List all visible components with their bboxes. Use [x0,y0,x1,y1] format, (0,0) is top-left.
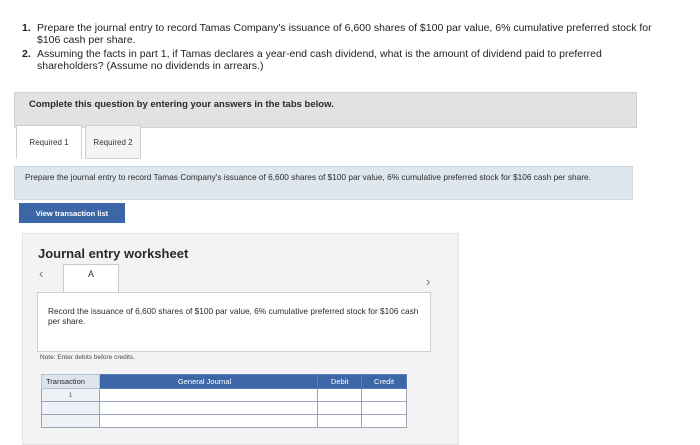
debit-input[interactable] [317,401,363,415]
worksheet-description: Record the issuance of 6,600 shares of $… [37,292,431,352]
general-journal-input[interactable] [98,401,319,415]
question-list: 1. Prepare the journal entry to record T… [22,22,662,74]
question-number: 1. [22,22,31,34]
worksheet-note: Note: Enter debits before credits. [40,354,136,361]
instruction-text: Prepare the journal entry to record Tama… [25,172,591,182]
tab-required-1[interactable]: Required 1 [16,125,82,159]
debit-input[interactable] [317,388,363,402]
tab-label: Required 1 [29,138,69,147]
worksheet-page-tab[interactable]: A [63,264,119,292]
question-text: Prepare the journal entry to record Tama… [37,22,652,46]
description-text: Record the issuance of 6,600 shares of $… [48,306,419,326]
general-journal-input[interactable] [98,388,319,402]
question-number: 2. [22,48,31,60]
chevron-right-icon[interactable]: › [426,275,438,289]
transaction-number: 1 [41,388,100,402]
column-header-general-journal: General Journal [98,374,319,389]
column-header-credit: Credit [361,374,407,389]
transaction-cell [41,414,100,428]
page-label: A [87,269,94,279]
complete-question-banner: Complete this question by entering your … [14,92,637,128]
question-item-2: 2. Assuming the facts in part 1, if Tama… [22,48,662,72]
table-row [41,414,407,428]
question-item-1: 1. Prepare the journal entry to record T… [22,22,662,46]
column-header-debit: Debit [317,374,363,389]
journal-entry-worksheet: Journal entry worksheet ‹ A Record the i… [22,233,459,445]
table-row: 1 [41,388,407,402]
column-header-transaction: Transaction [41,374,100,389]
general-journal-input[interactable] [98,414,319,428]
view-transaction-list-button[interactable]: View transaction list [19,203,125,223]
button-label: View transaction list [35,208,109,218]
credit-input[interactable] [361,388,407,402]
debit-input[interactable] [317,414,363,428]
credit-input[interactable] [361,401,407,415]
tab-label: Required 2 [93,137,133,147]
banner-text: Complete this question by entering your … [29,99,334,110]
tab-required-2[interactable]: Required 2 [85,125,141,159]
credit-input[interactable] [361,414,407,428]
transaction-cell [41,401,100,415]
question-text: Assuming the facts in part 1, if Tamas d… [37,48,602,72]
chevron-left-icon[interactable]: ‹ [39,267,51,281]
instruction-box: Prepare the journal entry to record Tama… [14,166,633,200]
table-row [41,401,407,415]
journal-entry-table: Transaction General Journal Debit Credit… [41,374,407,428]
worksheet-title: Journal entry worksheet [38,246,189,261]
